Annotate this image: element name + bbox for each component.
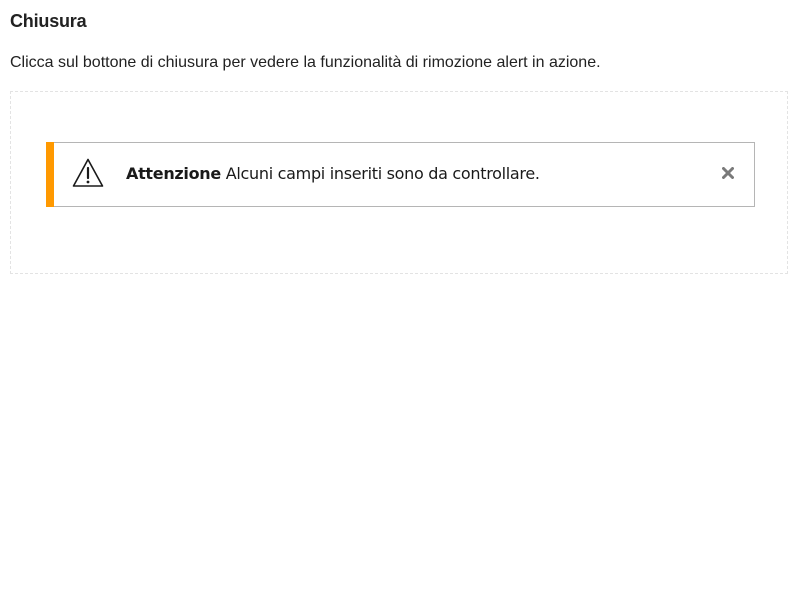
alert-message: Attenzione Alcuni campi inseriti sono da…	[126, 164, 540, 183]
example-container: Attenzione Alcuni campi inseriti sono da…	[10, 91, 788, 274]
close-button[interactable]	[720, 165, 736, 183]
alert-message-text: Alcuni campi inseriti sono da controllar…	[220, 164, 540, 183]
alert-accent-bar	[46, 142, 54, 207]
warning-triangle-icon	[72, 157, 104, 189]
warning-alert: Attenzione Alcuni campi inseriti sono da…	[46, 142, 755, 207]
close-icon	[722, 166, 734, 182]
section-description: Clicca sul bottone di chiusura per veder…	[10, 54, 601, 71]
page-title: Chiusura	[10, 11, 87, 31]
alert-strong-label: Attenzione	[126, 164, 221, 183]
